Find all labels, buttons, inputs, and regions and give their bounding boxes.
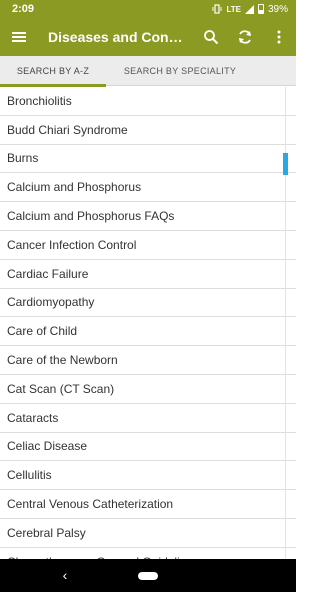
list-item[interactable]: Cardiac Failure <box>0 259 296 289</box>
refresh-icon <box>239 30 251 44</box>
page-title: Diseases and Conditions <box>48 29 186 45</box>
list-item[interactable]: Cerebral Palsy <box>0 518 296 548</box>
list-item[interactable]: Care of the Newborn <box>0 346 296 375</box>
menu-icon[interactable] <box>12 32 26 42</box>
vibrate-icon <box>212 4 222 14</box>
back-icon[interactable]: ‹ <box>58 567 72 583</box>
tab-bar: SEARCH BY A-Z SEARCH BY SPECIALITY <box>0 56 296 87</box>
home-pill[interactable] <box>138 571 158 580</box>
app-bar-actions <box>194 18 296 56</box>
search-icon <box>204 30 219 45</box>
disease-list: Bronchiolitis Budd Chiari Syndrome Burns… <box>0 87 296 559</box>
search-button[interactable] <box>194 18 228 56</box>
list-item[interactable]: Calcium and Phosphorus <box>0 173 296 203</box>
list-item[interactable]: Budd Chiari Syndrome <box>0 115 296 145</box>
list-item[interactable]: Celiac Disease <box>0 432 296 462</box>
scrollbar-thumb[interactable] <box>283 153 288 175</box>
tab-search-by-a-z[interactable]: SEARCH BY A-Z <box>0 56 106 87</box>
battery-icon <box>257 4 264 14</box>
list-item[interactable]: Care of Child <box>0 317 296 347</box>
app-screen: 2:09 LTE 39% Diseases and Conditions <box>0 0 296 592</box>
status-time: 2:09 <box>12 3 35 15</box>
list-item[interactable]: Calcium and Phosphorus FAQs <box>0 202 296 231</box>
signal-icon <box>244 4 254 14</box>
list-item[interactable]: Chemotherapy - General Guidelines <box>0 547 296 559</box>
list-item[interactable]: Burns <box>0 144 296 174</box>
navigation-bar: ‹ <box>0 559 296 592</box>
list-item[interactable]: Cellulitis <box>0 461 296 491</box>
status-bar: 2:09 LTE 39% <box>0 0 296 18</box>
tab-search-by-speciality[interactable]: SEARCH BY SPECIALITY <box>106 56 254 86</box>
battery-percent: 39% <box>267 3 288 15</box>
list-item[interactable]: Cataracts <box>0 403 296 433</box>
list-item[interactable]: Bronchiolitis <box>0 87 296 116</box>
network-label: LTE <box>226 4 241 14</box>
list-item[interactable]: Central Venous Catheterization <box>0 490 296 519</box>
more-options-button[interactable] <box>262 18 296 56</box>
app-bar: Diseases and Conditions <box>0 18 296 56</box>
status-icons: LTE 39% <box>212 4 288 15</box>
list-item[interactable]: Cat Scan (CT Scan) <box>0 374 296 404</box>
refresh-button[interactable] <box>228 18 262 56</box>
list-item[interactable]: Cancer Infection Control <box>0 230 296 260</box>
list-item[interactable]: Cardiomyopathy <box>0 288 296 318</box>
more-vert-icon <box>277 30 281 44</box>
